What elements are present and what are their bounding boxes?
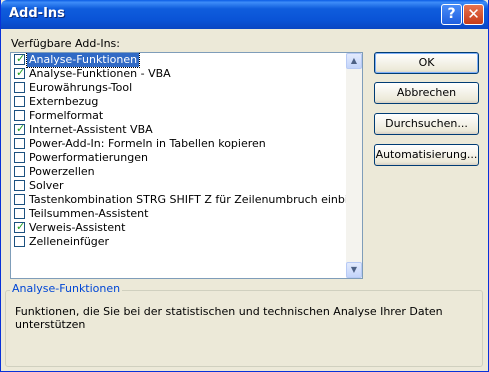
addin-label: Powerformatierungen	[29, 151, 148, 164]
addin-list-item[interactable]: ✓ Verweis-Assistent	[11, 220, 347, 235]
browse-button[interactable]: Durchsuchen...	[374, 113, 479, 135]
addin-label: Power-Add-In: Formeln in Tabellen kopier…	[29, 137, 266, 150]
addin-label: Teilsummen-Assistent	[29, 207, 149, 220]
addin-checkbox[interactable]	[14, 236, 25, 247]
ok-button[interactable]: OK	[374, 52, 479, 74]
title-bar[interactable]: Add-Ins ? ✕	[1, 0, 488, 29]
addin-checkbox[interactable]: ✓	[14, 122, 26, 135]
addin-label: Powerzellen	[29, 165, 95, 178]
addin-label: Verweis-Assistent	[29, 221, 126, 234]
addin-label: Analyse-Funktionen	[25, 53, 141, 68]
help-button[interactable]: ?	[441, 4, 462, 25]
addin-list-item[interactable]: Zelleneinfüger	[11, 235, 347, 249]
addin-label: Formelformat	[29, 109, 104, 122]
addin-checkbox[interactable]	[14, 208, 25, 219]
addin-checkbox[interactable]	[14, 82, 25, 93]
addin-list-item[interactable]: ✓ Analyse-Funktionen - VBA	[11, 66, 347, 81]
window-title: Add-Ins	[9, 6, 65, 21]
check-icon: ✓	[16, 122, 26, 135]
arrow-down-icon[interactable]: ▼	[346, 262, 362, 278]
description-text: Funktionen, die Sie bei der statistische…	[15, 305, 443, 331]
addin-list-item[interactable]: Tastenkombination STRG SHIFT Z für Zeile…	[11, 193, 362, 207]
addin-list-item[interactable]: ✓ Internet-Assistent VBA	[11, 122, 347, 137]
addin-checkbox[interactable]	[14, 194, 25, 205]
close-button[interactable]: ✕	[463, 4, 484, 25]
addin-list-item[interactable]: Formelformat	[11, 109, 347, 123]
check-icon: ✓	[16, 52, 26, 65]
addin-list-item[interactable]: Solver	[11, 179, 347, 193]
check-icon: ✓	[16, 66, 26, 79]
vertical-scrollbar[interactable]: ▲ ▼	[346, 53, 362, 278]
addins-list: ✓ Analyse-Funktionen ✓ Analyse-Funktionen -…	[11, 52, 362, 249]
addin-checkbox[interactable]	[14, 138, 25, 149]
addins-listbox[interactable]: ✓ Analyse-Funktionen ✓ Analyse-Funktionen -…	[10, 52, 363, 279]
addin-checkbox[interactable]	[14, 110, 25, 121]
addin-checkbox[interactable]: ✓	[14, 52, 26, 65]
addin-label: Solver	[29, 179, 64, 192]
automation-button[interactable]: Automatisierung...	[374, 144, 479, 166]
addin-list-item[interactable]: Eurowährungs-Tool	[11, 81, 347, 95]
addin-label: Tastenkombination STRG SHIFT Z für Zeile…	[29, 193, 363, 206]
add-ins-dialog: Add-Ins ? ✕ Verfügbare Add-Ins: ✓ Analyse…	[0, 0, 489, 372]
addin-label: Analyse-Funktionen - VBA	[29, 67, 171, 80]
addin-checkbox[interactable]	[14, 166, 25, 177]
addin-label: Internet-Assistent VBA	[29, 123, 153, 136]
addin-list-item[interactable]: Powerzellen	[11, 165, 347, 179]
addin-list-item[interactable]: Teilsummen-Assistent	[11, 207, 347, 221]
addin-checkbox[interactable]	[14, 152, 25, 163]
addin-list-item[interactable]: Power-Add-In: Formeln in Tabellen kopier…	[11, 137, 347, 151]
cancel-button[interactable]: Abbrechen	[374, 82, 479, 104]
addin-list-item[interactable]: Externbezug	[11, 95, 347, 109]
addin-checkbox[interactable]: ✓	[14, 66, 26, 79]
check-icon: ✓	[16, 220, 26, 233]
addin-label: Externbezug	[29, 95, 99, 108]
addin-list-item[interactable]: ✓ Analyse-Funktionen	[11, 52, 347, 68]
available-addins-label: Verfügbare Add-Ins:	[11, 37, 120, 50]
arrow-up-icon[interactable]: ▲	[346, 53, 362, 69]
description-title: Analyse-Funktionen	[10, 282, 123, 295]
addin-label: Zelleneinfüger	[29, 235, 110, 248]
addin-checkbox[interactable]: ✓	[14, 220, 26, 233]
addin-checkbox[interactable]	[14, 96, 25, 107]
addin-label: Eurowährungs-Tool	[29, 81, 133, 94]
addin-list-item[interactable]: Powerformatierungen	[11, 151, 347, 165]
addin-checkbox[interactable]	[14, 180, 25, 191]
